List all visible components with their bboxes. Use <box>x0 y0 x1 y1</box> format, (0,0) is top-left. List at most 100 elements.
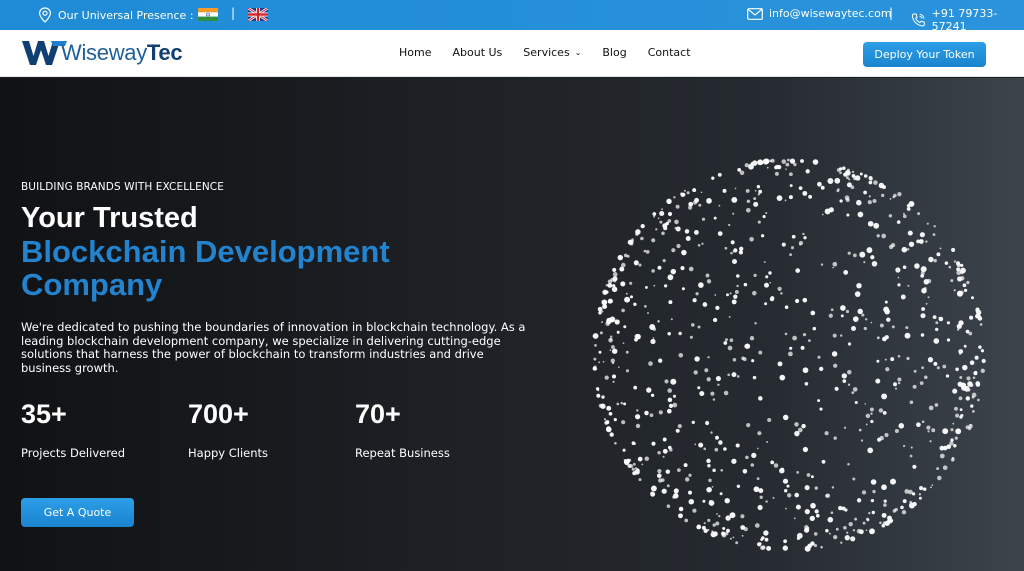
globe-particle <box>634 334 640 339</box>
email-contact[interactable]: info@wisewaytec.com <box>747 7 892 20</box>
globe-particle <box>820 545 823 549</box>
globe-particle <box>737 168 742 172</box>
globe-particle <box>921 420 925 424</box>
globe-particle <box>795 268 801 273</box>
globe-particle <box>688 498 695 505</box>
nav-contact[interactable]: Contact <box>648 46 691 59</box>
globe-particle <box>633 385 638 390</box>
globe-particle <box>678 331 682 336</box>
globe-particle <box>736 274 740 278</box>
globe-particle <box>864 403 867 405</box>
globe-particle <box>974 370 978 375</box>
globe-particle <box>876 359 880 363</box>
nav-about-us[interactable]: About Us <box>452 46 502 59</box>
globe-particle <box>919 381 924 385</box>
globe-particle <box>884 300 888 304</box>
globe-particle <box>922 487 927 491</box>
globe-particle <box>674 219 679 225</box>
globe-particle <box>782 478 789 484</box>
globe-particle <box>824 431 829 436</box>
globe-particle <box>909 400 914 405</box>
globe-particle <box>968 331 973 336</box>
email-text[interactable]: info@wisewaytec.com <box>769 7 892 20</box>
india-flag-icon[interactable] <box>198 8 218 21</box>
globe-particle <box>821 213 824 216</box>
uk-flag-icon[interactable] <box>248 8 268 21</box>
globe-particle <box>612 380 615 383</box>
globe-particle <box>970 404 974 408</box>
globe-particle <box>754 523 760 528</box>
globe-particle <box>592 333 599 339</box>
globe-particle <box>828 313 833 318</box>
brand-logo[interactable]: WisewayTec <box>21 39 183 67</box>
globe-particle <box>904 332 911 339</box>
nav-services[interactable]: Services ⌄ <box>523 46 581 59</box>
globe-particle <box>733 294 738 299</box>
deploy-token-button[interactable]: Deploy Your Token <box>863 42 986 67</box>
globe-particle <box>810 541 813 545</box>
globe-particle <box>713 216 717 220</box>
globe-particle <box>631 467 635 471</box>
globe-particle <box>808 194 813 199</box>
globe-particle <box>958 264 961 267</box>
globe-particle <box>867 447 874 454</box>
globe-particle <box>979 323 983 326</box>
globe-particle <box>954 406 958 411</box>
globe-particle <box>881 233 887 239</box>
globe-particle <box>789 184 793 188</box>
globe-particle <box>659 210 665 217</box>
get-a-quote-button[interactable]: Get A Quote <box>21 498 134 527</box>
globe-particle <box>796 532 803 539</box>
globe-particle <box>650 485 657 492</box>
globe-particle <box>646 387 652 393</box>
brand-name-part1: Wiseway <box>61 40 147 65</box>
presence-info: Our Universal Presence : <box>38 7 194 23</box>
globe-particle <box>635 468 640 473</box>
globe-particle <box>672 402 678 408</box>
globe-particle <box>774 165 778 170</box>
globe-particle <box>708 478 712 483</box>
globe-particle <box>758 189 763 194</box>
globe-particle <box>870 498 875 503</box>
globe-particle <box>677 424 682 429</box>
globe-particle <box>773 463 779 468</box>
globe-particle <box>723 341 728 345</box>
globe-particle <box>692 508 697 513</box>
globe-particle <box>724 246 728 250</box>
globe-particle <box>749 237 754 242</box>
nav-home[interactable]: Home <box>399 46 431 59</box>
globe-particle <box>845 309 850 314</box>
stat-label: Repeat Business <box>355 446 450 460</box>
nav-blog[interactable]: Blog <box>602 46 626 59</box>
globe-particle <box>609 316 616 323</box>
globe-particle <box>876 336 880 340</box>
globe-particle <box>798 240 804 246</box>
globe-particle <box>907 284 910 287</box>
globe-particle <box>715 305 720 310</box>
globe-particle <box>706 486 712 493</box>
globe-particle <box>784 332 788 336</box>
globe-particle <box>643 249 647 253</box>
globe-particle <box>921 287 927 294</box>
globe-particle <box>653 215 656 218</box>
globe-particle <box>666 504 671 508</box>
globe-particle <box>635 423 641 429</box>
globe-particle <box>662 455 665 458</box>
globe-particle <box>763 261 766 263</box>
globe-particle <box>832 266 834 269</box>
globe-particle <box>843 172 848 177</box>
globe-particle <box>862 521 866 525</box>
globe-particle <box>847 369 852 375</box>
globe-particle <box>638 478 642 482</box>
globe-particle <box>866 247 873 254</box>
globe-particle <box>735 541 739 545</box>
globe-particle <box>665 221 669 226</box>
globe-particle <box>756 447 759 450</box>
globe-particle <box>655 228 658 231</box>
globe-particle <box>692 200 698 205</box>
globe-particle <box>848 178 851 181</box>
globe-particle <box>878 408 884 413</box>
globe-particle <box>817 181 822 187</box>
globe-particle <box>971 296 974 300</box>
globe-particle <box>927 430 930 433</box>
